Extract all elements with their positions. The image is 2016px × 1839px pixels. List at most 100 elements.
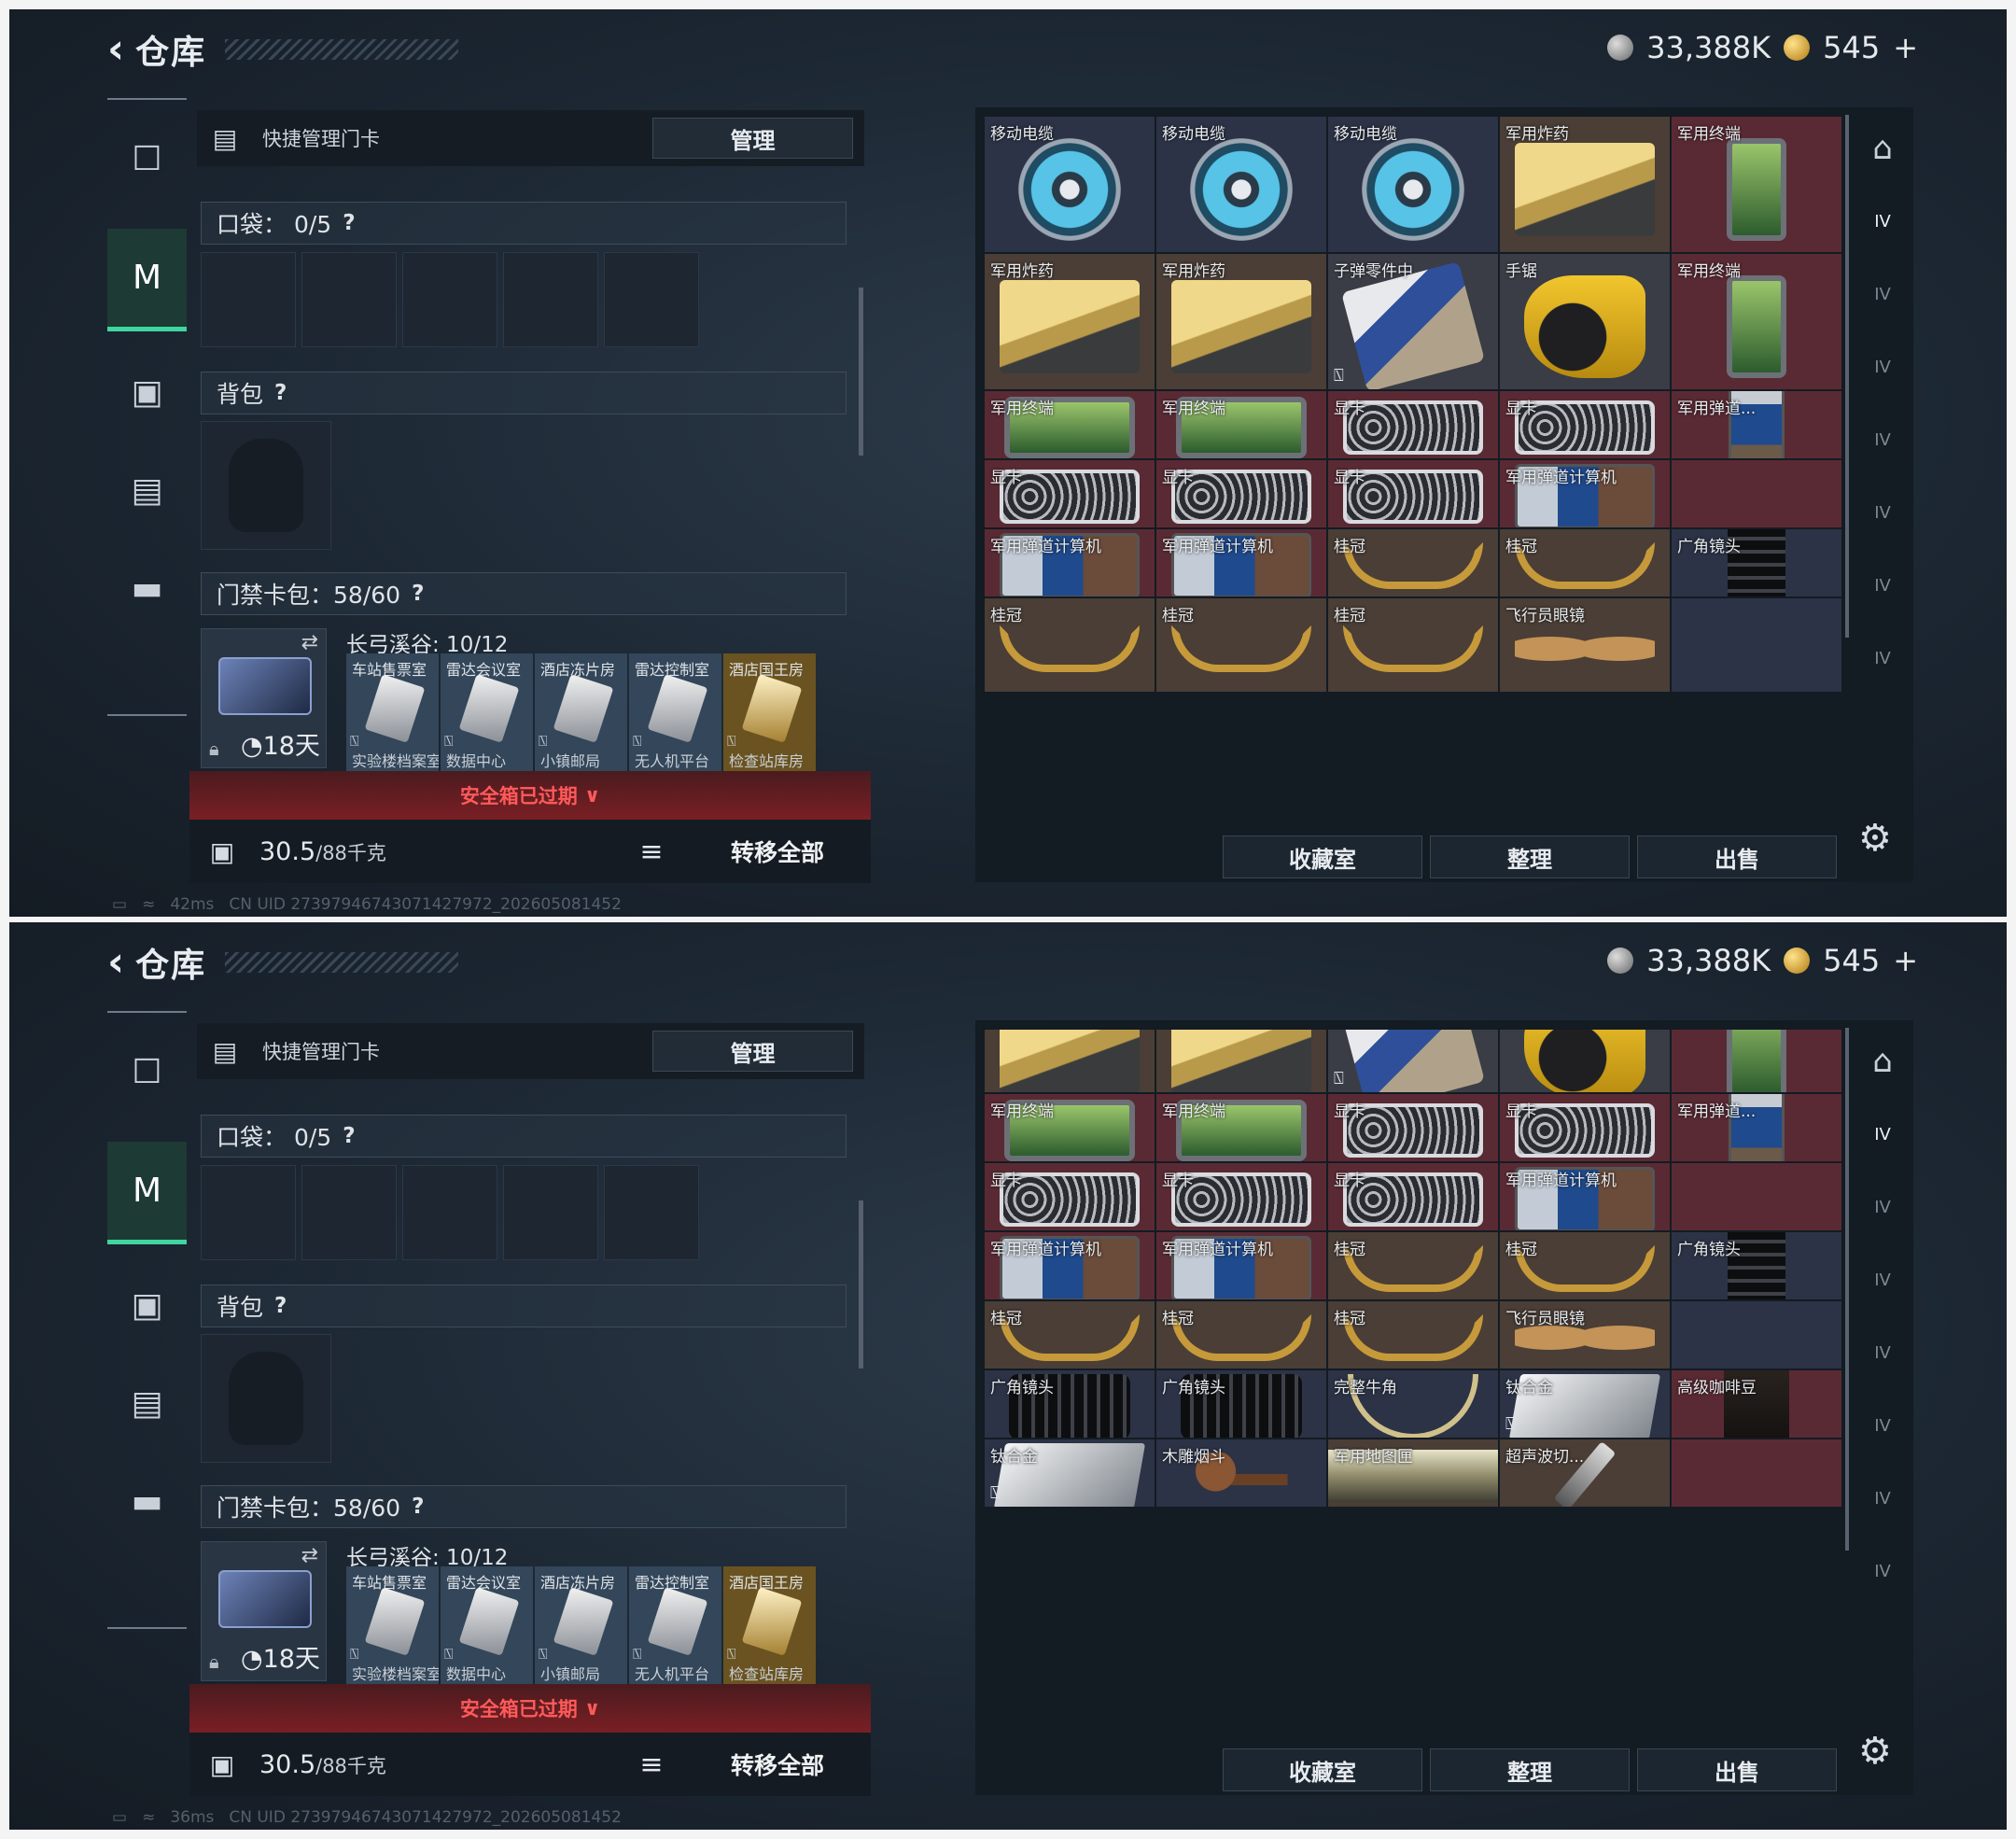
iv-item-icon[interactable]: IV bbox=[1860, 1549, 1905, 1593]
iv-item-icon[interactable]: IV bbox=[1860, 563, 1905, 608]
iv-item-icon[interactable]: IV bbox=[1860, 1476, 1905, 1521]
nav-backpack[interactable]: ▣ bbox=[107, 1254, 187, 1356]
inventory-item[interactable]: 军用炸药 bbox=[985, 254, 1155, 389]
iv-item-icon[interactable]: IV bbox=[1860, 1112, 1905, 1157]
pocket-slot[interactable] bbox=[201, 252, 296, 347]
inventory-item[interactable]: 军用终端 bbox=[1156, 391, 1326, 458]
nav-card-holder[interactable]: ▤ bbox=[107, 1352, 187, 1454]
inventory-item[interactable]: 桂冠 bbox=[1328, 529, 1498, 597]
inventory-item[interactable]: 显卡 bbox=[1328, 1094, 1498, 1161]
iv-item-icon[interactable]: IV bbox=[1860, 344, 1905, 389]
swap-icon[interactable]: ⇄ bbox=[301, 631, 318, 654]
nav-card-holder[interactable]: ▤ bbox=[107, 439, 187, 541]
secure-case-expired-banner[interactable]: 安全箱已过期 ∨ bbox=[189, 771, 871, 820]
inventory-item[interactable]: 移动电缆 bbox=[985, 117, 1155, 252]
right-scrollbar[interactable] bbox=[1845, 1028, 1849, 1551]
nav-weapons[interactable]: ☐ bbox=[107, 1020, 187, 1123]
gold-amount[interactable]: 545 bbox=[1823, 943, 1880, 978]
inventory-item[interactable]: 显卡 bbox=[1156, 460, 1326, 527]
transfer-all-button[interactable]: 转移全部 bbox=[684, 835, 871, 868]
iv-item-icon[interactable]: IV bbox=[1860, 1330, 1905, 1375]
nav-armor[interactable]: M bbox=[107, 229, 187, 331]
gear-icon[interactable]: ⚙ bbox=[1858, 817, 1892, 860]
inventory-item[interactable]: 显卡 bbox=[1328, 1163, 1498, 1230]
inventory-item[interactable]: 广角镜头 bbox=[1156, 1370, 1326, 1438]
inventory-item[interactable]: 军用终端 bbox=[985, 391, 1155, 458]
access-card[interactable]: 酒店国王房 ⍂ 检查站库房 bbox=[723, 653, 816, 771]
inventory-item[interactable]: 子弹零件中 ⍂ bbox=[1328, 254, 1498, 389]
inventory-item[interactable] bbox=[1500, 1030, 1670, 1092]
help-icon[interactable]: ? bbox=[343, 211, 355, 235]
inventory-item[interactable]: 军用弹道... bbox=[1672, 391, 1841, 458]
iv-item-icon[interactable]: IV bbox=[1860, 636, 1905, 681]
back-arrow-icon[interactable]: ‹ bbox=[107, 942, 124, 983]
pocket-slot[interactable] bbox=[503, 252, 598, 347]
help-icon[interactable]: ? bbox=[412, 582, 424, 606]
backpack-slot[interactable] bbox=[201, 421, 331, 550]
inventory-item[interactable]: 军用炸药 bbox=[1500, 117, 1670, 252]
card-holder-item[interactable]: ⇄ 🔒︎ ◔18天 bbox=[201, 1541, 327, 1681]
inventory-item[interactable]: 军用弹道计算机 bbox=[985, 1232, 1155, 1299]
nav-weapons[interactable]: ☐ bbox=[107, 107, 187, 210]
pocket-slot[interactable] bbox=[604, 252, 699, 347]
inventory-item[interactable] bbox=[1672, 1439, 1841, 1507]
help-icon[interactable]: ? bbox=[274, 381, 287, 405]
inventory-item[interactable]: 显卡 bbox=[1328, 460, 1498, 527]
back-arrow-icon[interactable]: ‹ bbox=[107, 29, 124, 70]
inventory-item[interactable]: 手锯 bbox=[1500, 254, 1670, 389]
inventory-item[interactable]: 显卡 bbox=[985, 460, 1155, 527]
inventory-item[interactable]: 显卡 bbox=[1500, 391, 1670, 458]
inventory-item[interactable]: 桂冠 bbox=[1500, 1232, 1670, 1299]
inventory-item[interactable]: 广角镜头 bbox=[985, 1370, 1155, 1438]
iv-item-icon[interactable]: IV bbox=[1860, 1185, 1905, 1229]
inventory-item[interactable]: 显卡 bbox=[985, 1163, 1155, 1230]
inventory-item[interactable]: 桂冠 bbox=[1156, 1301, 1326, 1369]
inventory-item[interactable]: 显卡 bbox=[1328, 391, 1498, 458]
iv-item-icon[interactable]: IV bbox=[1860, 272, 1905, 316]
inventory-item[interactable]: 桂冠 bbox=[1156, 598, 1326, 692]
sell-button[interactable]: 出售 bbox=[1637, 835, 1837, 878]
nav-backpack[interactable]: ▣ bbox=[107, 341, 187, 443]
inventory-item[interactable] bbox=[1672, 460, 1841, 527]
sort-button[interactable]: 整理 bbox=[1430, 835, 1630, 878]
inventory-item[interactable]: 军用弹道计算机 bbox=[1156, 1232, 1326, 1299]
list-icon[interactable]: ≡ bbox=[619, 1748, 684, 1781]
iv-item-icon[interactable]: IV bbox=[1860, 417, 1905, 462]
inventory-item[interactable]: 钛合金 ⍂ bbox=[985, 1439, 1155, 1507]
manage-button[interactable]: 管理 bbox=[652, 1031, 853, 1072]
inventory-item[interactable]: 桂冠 bbox=[1328, 1232, 1498, 1299]
inventory-item[interactable] bbox=[1672, 1030, 1841, 1092]
access-card[interactable]: 雷达控制室 ⍂ 无人机平台 bbox=[629, 653, 721, 771]
inventory-item[interactable]: 飞行员眼镜 bbox=[1500, 1301, 1670, 1369]
warehouse-grid-viewport[interactable]: ⍂ 军用终端 军用终端 显卡 显卡 军用弹道... 显卡 显卡 显卡 军用弹道计算机 军用弹道计算机… bbox=[985, 1030, 1841, 1739]
inventory-item[interactable]: 军用弹道计算机 bbox=[1156, 529, 1326, 597]
gear-icon[interactable]: ⚙ bbox=[1858, 1730, 1892, 1773]
vault-icon[interactable]: ⌂ bbox=[1860, 126, 1905, 171]
inventory-item[interactable]: 钛合金 ⍂ bbox=[1500, 1370, 1670, 1438]
inventory-item[interactable] bbox=[1156, 1030, 1326, 1092]
pocket-slot[interactable] bbox=[301, 1165, 397, 1260]
iv-item-icon[interactable]: IV bbox=[1860, 1257, 1905, 1302]
access-card[interactable]: 雷达控制室 ⍂ 无人机平台 bbox=[629, 1566, 721, 1684]
pocket-slot[interactable] bbox=[301, 252, 397, 347]
help-icon[interactable]: ? bbox=[274, 1294, 287, 1318]
inventory-item[interactable]: 桂冠 bbox=[1328, 1301, 1498, 1369]
inventory-item[interactable]: 桂冠 bbox=[1500, 529, 1670, 597]
backpack-slot[interactable] bbox=[201, 1334, 331, 1463]
collection-room-button[interactable]: 收藏室 bbox=[1223, 1748, 1422, 1791]
inventory-item[interactable]: 移动电缆 bbox=[1328, 117, 1498, 252]
vault-icon[interactable]: ⌂ bbox=[1860, 1039, 1905, 1084]
access-card[interactable]: 酒店冻片房 ⍂ 小镇邮局 bbox=[535, 653, 627, 771]
inventory-item[interactable] bbox=[1672, 1163, 1841, 1230]
inventory-item[interactable]: 军用终端 bbox=[1672, 117, 1841, 252]
pocket-slot[interactable] bbox=[604, 1165, 699, 1260]
access-card[interactable]: 雷达会议室 ⍂ 数据中心 bbox=[441, 1566, 533, 1684]
inventory-item[interactable]: 飞行员眼镜 bbox=[1500, 598, 1670, 692]
access-card[interactable]: 酒店国王房 ⍂ 检查站库房 bbox=[723, 1566, 816, 1684]
pocket-slot[interactable] bbox=[503, 1165, 598, 1260]
help-icon[interactable]: ? bbox=[343, 1124, 355, 1148]
inventory-item[interactable] bbox=[1672, 598, 1841, 692]
list-icon[interactable]: ≡ bbox=[619, 835, 684, 868]
access-card[interactable]: 雷达会议室 ⍂ 数据中心 bbox=[441, 653, 533, 771]
nav-case[interactable]: ▬ bbox=[107, 537, 187, 639]
